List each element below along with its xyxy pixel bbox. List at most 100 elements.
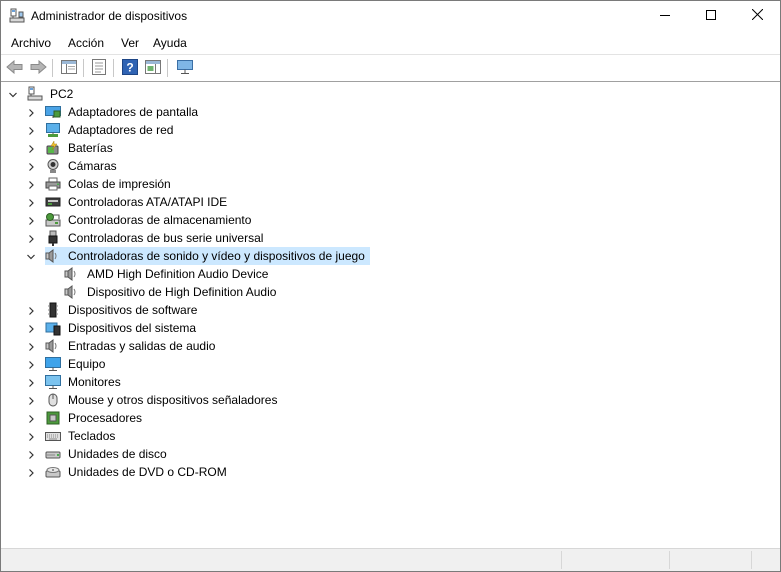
action-pane-icon	[145, 59, 161, 77]
chevron-right-icon[interactable]	[26, 125, 36, 135]
help-icon: ?	[122, 58, 138, 78]
chevron-down-icon[interactable]	[8, 89, 18, 99]
status-bar	[1, 548, 780, 571]
device-manager-icon	[9, 8, 25, 24]
tree-item-hd-audio-device[interactable]: Dispositivo de High Definition Audio	[64, 283, 278, 301]
tree-item-disk-drives[interactable]: Unidades de disco	[29, 445, 169, 463]
close-button[interactable]	[734, 1, 780, 31]
scan-hardware-button[interactable]	[174, 58, 196, 78]
chevron-right-icon[interactable]	[26, 341, 36, 351]
close-icon	[751, 8, 763, 23]
tree-item-ide-controllers[interactable]: Controladoras ATA/ATAPI IDE	[29, 193, 229, 211]
chevron-right-icon[interactable]	[26, 467, 36, 477]
status-bar-divider	[751, 551, 752, 569]
chevron-right-icon[interactable]	[26, 323, 36, 333]
menu-bar: Archivo Acción Ver Ayuda	[1, 32, 780, 54]
action-pane-button[interactable]	[142, 58, 164, 78]
chevron-right-icon[interactable]	[26, 377, 36, 387]
tree-item-label: Dispositivos del sistema	[68, 321, 197, 335]
tree-item-amd-hd-audio[interactable]: AMD High Definition Audio Device	[64, 265, 270, 283]
system-device-icon	[45, 320, 61, 336]
tree-item-software-devices[interactable]: Dispositivos de software	[29, 301, 199, 319]
status-bar-divider	[561, 551, 562, 569]
tree-item-usb-controllers[interactable]: Controladoras de bus serie universal	[29, 229, 265, 247]
tree-item-storage-controllers[interactable]: Controladoras de almacenamiento	[29, 211, 253, 229]
tree-item-label: Teclados	[68, 429, 116, 443]
window-title: Administrador de dispositivos	[31, 9, 188, 23]
console-tree-icon	[61, 59, 77, 77]
monitor-scan-icon	[176, 59, 194, 78]
display-adapter-icon	[45, 104, 61, 120]
camera-icon	[45, 158, 61, 174]
menu-ayuda[interactable]: Ayuda	[153, 36, 187, 50]
tree-item-computer[interactable]: Equipo	[29, 355, 107, 373]
properties-button[interactable]	[88, 58, 110, 78]
chevron-down-icon[interactable]	[26, 251, 36, 261]
tree-item-label: Baterías	[68, 141, 113, 155]
tree-item-label: Equipo	[68, 357, 106, 371]
tree-item-label: Controladoras de bus serie universal	[68, 231, 264, 245]
tree-item-label: Controladoras de almacenamiento	[68, 213, 252, 227]
chevron-right-icon[interactable]	[26, 395, 36, 405]
tree-item-cameras[interactable]: Cámaras	[29, 157, 119, 175]
tree-item-label: Controladoras ATA/ATAPI IDE	[68, 195, 228, 209]
chevron-right-icon[interactable]	[26, 215, 36, 225]
tree-item-print-queues[interactable]: Colas de impresión	[29, 175, 173, 193]
processor-icon	[45, 410, 61, 426]
device-manager-window: Administrador de dispositivos Archivo Ac…	[0, 0, 781, 572]
show-hide-console-tree-button[interactable]	[58, 58, 80, 78]
tree-item-batteries[interactable]: Baterías	[29, 139, 115, 157]
tree-item-sound-video-game-controllers[interactable]: Controladoras de sonido y vídeo y dispos…	[27, 247, 370, 265]
usb-icon	[45, 230, 61, 246]
speaker-icon	[64, 266, 80, 282]
computer-icon	[45, 356, 61, 372]
tree-item-mouse-pointing[interactable]: Mouse y otros dispositivos señaladores	[29, 391, 279, 409]
forward-arrow-icon	[29, 59, 47, 77]
speaker-icon	[45, 248, 61, 264]
svg-text:?: ?	[126, 60, 133, 74]
toolbar-separator	[83, 59, 84, 77]
menu-archivo[interactable]: Archivo	[11, 36, 51, 50]
chevron-right-icon[interactable]	[26, 449, 36, 459]
tree-item-monitors[interactable]: Monitores	[29, 373, 123, 391]
tree-item-label: Adaptadores de pantalla	[68, 105, 199, 119]
chevron-right-icon[interactable]	[26, 197, 36, 207]
help-button[interactable]: ?	[119, 58, 141, 78]
tree-item-system-devices[interactable]: Dispositivos del sistema	[29, 319, 198, 337]
tree-item-label: Procesadores	[68, 411, 143, 425]
tree-item-label: Dispositivos de software	[68, 303, 198, 317]
disk-drive-icon	[45, 446, 61, 462]
tree-item-audio-inputs-outputs[interactable]: Entradas y salidas de audio	[29, 337, 217, 355]
tree-item-display-adapters[interactable]: Adaptadores de pantalla	[29, 103, 200, 121]
chevron-right-icon[interactable]	[26, 179, 36, 189]
forward-button[interactable]	[27, 58, 49, 78]
menu-accion[interactable]: Acción	[68, 36, 104, 50]
properties-icon	[92, 58, 106, 78]
tree-item-label: Entradas y salidas de audio	[68, 339, 216, 353]
menu-ver[interactable]: Ver	[121, 36, 139, 50]
chevron-right-icon[interactable]	[26, 233, 36, 243]
minimize-button[interactable]	[642, 1, 688, 31]
back-button[interactable]	[4, 58, 26, 78]
chevron-right-icon[interactable]	[26, 359, 36, 369]
computer-tree-icon	[27, 86, 43, 102]
chevron-right-icon[interactable]	[26, 143, 36, 153]
title-bar[interactable]: Administrador de dispositivos	[1, 1, 780, 31]
tree-item-dvd-cd-drives[interactable]: Unidades de DVD o CD-ROM	[29, 463, 229, 481]
chevron-right-icon[interactable]	[26, 107, 36, 117]
chevron-right-icon[interactable]	[26, 305, 36, 315]
device-tree: PC2 Adaptadores de pantalla Adaptadores …	[1, 83, 780, 547]
tree-item-network-adapters[interactable]: Adaptadores de red	[29, 121, 175, 139]
status-bar-divider	[669, 551, 670, 569]
dvd-drive-icon	[45, 464, 61, 480]
chevron-right-icon[interactable]	[26, 431, 36, 441]
toolbar: ?	[1, 54, 780, 82]
network-adapter-icon	[45, 122, 61, 138]
chevron-right-icon[interactable]	[26, 413, 36, 423]
tree-item-processors[interactable]: Procesadores	[29, 409, 144, 427]
tree-root[interactable]: PC2	[9, 85, 75, 103]
mouse-icon	[45, 392, 61, 408]
chevron-right-icon[interactable]	[26, 161, 36, 171]
maximize-button[interactable]	[688, 1, 734, 31]
tree-item-keyboards[interactable]: Teclados	[29, 427, 117, 445]
